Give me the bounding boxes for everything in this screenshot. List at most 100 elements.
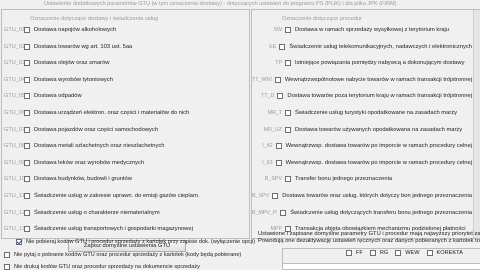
gtu-code: GTU_11: [4, 193, 25, 199]
gtu-code: GTU_13: [4, 226, 26, 233]
gtu-label: Świadczenie usług transportowych i gospo…: [34, 226, 193, 233]
procedure-label: Wewnątrzwsp. dostawa towarów po imporcie…: [285, 143, 472, 150]
gtu-item-row[interactable]: GTU_04 Dostawa wyrobów tytoniowych: [1, 75, 249, 85]
procedure-checkbox[interactable]: [285, 60, 291, 67]
procedure-checkbox[interactable]: [280, 209, 287, 216]
option-row[interactable]: Nie drukuj kodów GTU oraz procedur sprze…: [4, 264, 200, 270]
procedure-code: B_SPV_DOSTAWA: [252, 193, 270, 199]
option-checkbox[interactable]: [4, 264, 10, 270]
gtu-label: Dostawa olejów oraz smarów: [34, 60, 110, 67]
gtu-label: Dostawa wyrobów tytoniowych: [34, 76, 113, 83]
procedure-item-row[interactable]: MR_UZ Dostawa towarów używanych opodatkow…: [252, 125, 472, 135]
procedure-item-row[interactable]: TP Istniejące powiązania pomiędzy nabywcą…: [252, 58, 472, 68]
gtu-code: GTU_10: [4, 176, 26, 183]
format-checkbox[interactable]: [395, 250, 402, 256]
procedure-checkbox[interactable]: [274, 76, 281, 83]
procedure-label: Dostawa towarów poza terytorium kraju w …: [287, 93, 472, 100]
gtu-item-row[interactable]: GTU_11 Świadczenie usług w zakresie upraw…: [1, 191, 249, 201]
gtu-item-row[interactable]: GTU_02 Dostawa towarów wg art. 103 ust. 5…: [1, 42, 249, 52]
gtu-checkbox[interactable]: [24, 76, 30, 83]
procedure-item-row[interactable]: EE Świadczenie usług telekomunikacyjnych,…: [252, 42, 472, 52]
gtu-code: GTU_01: [4, 27, 26, 33]
gtu-item-row[interactable]: GTU_10 Dostawa budynków, budowli i gruntó…: [1, 174, 249, 184]
format-checkbox[interactable]: [426, 250, 433, 256]
procedure-label: Istniejące powiązania pomiędzy nabywcą a…: [295, 60, 465, 67]
gtu-panel-heading: Oznaczenie dotyczące dostawy i świadczen…: [30, 16, 159, 22]
option-row[interactable]: Nie pytaj o pobranie kodów GTU oraz proc…: [4, 251, 242, 258]
procedure-item-row[interactable]: I_63 Wewnątrzwsp. dostawa towarów po impo…: [252, 158, 472, 168]
format-checkbox[interactable]: [346, 250, 352, 256]
procedure-label: Transfer bonu jednego przeznaczenia: [295, 176, 393, 183]
procedure-label: Wewnątrzwsp. dostawa towarów po imporcie…: [285, 159, 472, 166]
gtu-checkbox[interactable]: [24, 193, 30, 199]
gtu-code: GTU_05: [4, 93, 26, 100]
procedure-checkbox[interactable]: [277, 93, 284, 100]
gtu-label: Dostawa odpadów: [34, 93, 82, 100]
gtu-label: Dostawa leków oraz wyrobów medycznych: [34, 159, 145, 166]
procedure-item-row[interactable]: MR_T Świadczenie usług turystyki opodatko…: [252, 108, 472, 118]
gtu-label: Świadczenie usług w zakresie uprawn. do …: [34, 193, 200, 199]
gtu-item-row[interactable]: GTU_13 Świadczenie usług transportowych i…: [1, 224, 249, 234]
format-option[interactable]: RG: [369, 250, 388, 256]
procedure-item-row[interactable]: B_SPV_DOSTAWA Dostawa towarów oraz usług,…: [252, 191, 472, 201]
gtu-item-row[interactable]: GTU_03 Dostawa olejów oraz smarów: [1, 58, 249, 68]
option-checkbox[interactable]: [16, 239, 22, 245]
gtu-checkbox[interactable]: [24, 93, 30, 100]
extra-options-field[interactable]: [282, 263, 480, 270]
gtu-label: Dostawa towarów wg art. 103 ust. 5aa: [34, 43, 133, 50]
procedure-item-row[interactable]: B_MPV_PROWIZJA Świadczenie usług dotycząc…: [252, 208, 472, 218]
gtu-checkbox[interactable]: [24, 159, 30, 166]
option-label: Nie drukuj kodów GTU oraz procedur sprze…: [14, 264, 200, 270]
procedure-checkbox[interactable]: [275, 143, 282, 150]
procedure-checkbox[interactable]: [285, 176, 291, 183]
format-option[interactable]: KOREKTA: [426, 250, 463, 256]
procedure-code: TT_D: [261, 93, 275, 100]
gtu-checkbox[interactable]: [24, 110, 30, 116]
procedure-code: I_42: [262, 143, 273, 150]
gtu-item-row[interactable]: GTU_05 Dostawa odpadów: [1, 91, 249, 101]
gtu-item-row[interactable]: GTU_01 Dostawa napojów alkoholowych: [1, 25, 249, 35]
gtu-item-row[interactable]: GTU_06 Dostawa urządzeń elektron. oraz cz…: [1, 108, 249, 118]
gtu-checkbox[interactable]: [24, 226, 30, 233]
gtu-item-row[interactable]: GTU_09 Dostawa leków oraz wyrobów medyczn…: [1, 158, 249, 168]
gtu-checkbox[interactable]: [24, 176, 30, 183]
gtu-item-row[interactable]: GTU_07 Dostawa pojazdów oraz części samoc…: [1, 125, 249, 135]
procedure-checkbox[interactable]: [285, 126, 291, 133]
gtu-label: Dostawa pojazdów oraz części samochodowy…: [34, 126, 159, 133]
option-label: Nie pytaj o pobranie kodów GTU oraz proc…: [14, 251, 242, 258]
procedure-label: Dostawa w ramach sprzedaży wysyłkowej z …: [295, 27, 449, 33]
procedure-item-row[interactable]: SW Dostawa w ramach sprzedaży wysyłkowej …: [252, 25, 472, 35]
procedure-item-row[interactable]: TT_D Dostawa towarów poza terytorium kraj…: [252, 91, 472, 101]
gtu-checkbox[interactable]: [24, 27, 30, 33]
procedure-checkbox[interactable]: [275, 159, 282, 166]
gtu-item-row[interactable]: GTU_12 Świadczenie usług o charakterze ni…: [1, 208, 249, 218]
procedure-label: Świadczenie usług dotyczących transferu …: [290, 209, 472, 216]
vertical-scrollbar[interactable]: [473, 10, 480, 238]
procedure-code: B_MPV_PROWIZJA: [252, 209, 277, 216]
gtu-checkbox[interactable]: [24, 143, 30, 150]
gtu-checkbox[interactable]: [24, 43, 30, 50]
format-label: KOREKTA: [436, 250, 463, 256]
gtu-checkbox[interactable]: [24, 209, 30, 216]
gtu-label: Świadczenie usług o charakterze niemater…: [34, 209, 160, 216]
option-checkbox[interactable]: [4, 251, 10, 258]
gtu-code: GTU_02: [4, 43, 26, 50]
procedure-item-row[interactable]: I_42 Wewnątrzwsp. dostawa towarów po impo…: [252, 141, 472, 151]
procedure-checkbox[interactable]: [279, 43, 286, 50]
gtu-item-row[interactable]: GTU_08 Dostawa metali szlachetnych oraz n…: [1, 141, 249, 151]
gtu-code: GTU_03: [4, 60, 26, 67]
gtu-code: GTU_08: [4, 143, 26, 150]
procedure-checkbox[interactable]: [272, 193, 279, 199]
procedure-checkbox[interactable]: [285, 27, 291, 33]
procedure-item-row[interactable]: TT_WNT Wewnątrzwspólnotowe nabycie towaró…: [252, 75, 472, 85]
format-option[interactable]: FF: [346, 250, 363, 256]
procedure-item-row[interactable]: B_SPV Transfer bonu jednego przeznaczenia: [252, 174, 472, 184]
gtu-checkbox[interactable]: [24, 60, 30, 67]
format-option[interactable]: WEW: [395, 250, 420, 256]
document-type-options: FF RG WEW KOREKTA: [346, 250, 463, 256]
format-checkbox[interactable]: [369, 250, 376, 256]
gtu-checkbox[interactable]: [24, 126, 30, 133]
procedure-checkbox[interactable]: [285, 110, 291, 116]
gtu-label: Dostawa metali szlachetnych oraz nieszla…: [34, 143, 165, 150]
option-row[interactable]: Nie pobieraj kodów GTU i procedur sprzed…: [16, 239, 255, 245]
